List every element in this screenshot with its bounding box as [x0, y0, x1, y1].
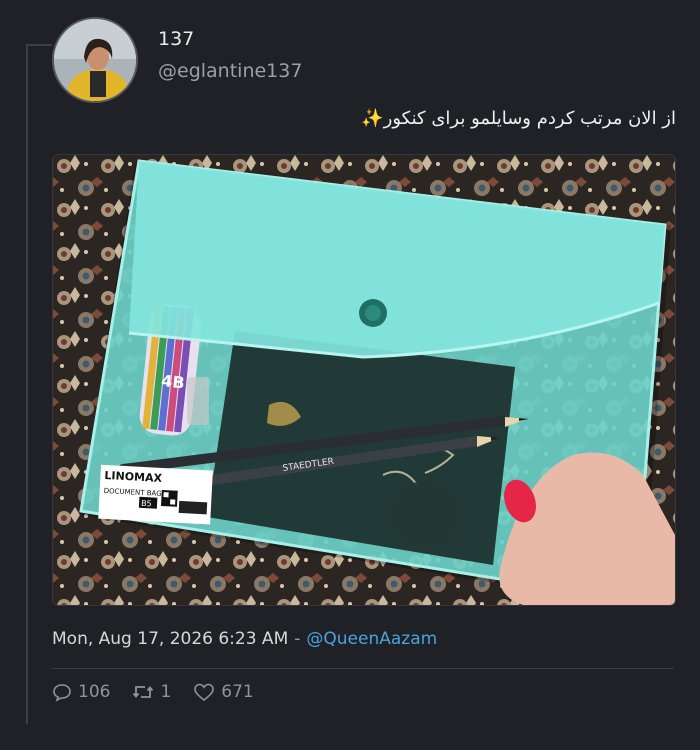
- tweet-meta: Mon, Aug 17, 2026 6:23 AM - @QueenAazam: [52, 629, 437, 649]
- meta-separator: -: [294, 629, 301, 649]
- photo-document-bag: 4B STAEDTLER LINOMAX DOCUMENT BAG B5: [53, 155, 675, 605]
- like-button[interactable]: 671: [193, 682, 254, 702]
- tweet-stats: 106 1 671: [52, 680, 276, 704]
- heart-icon: [194, 683, 215, 702]
- thread-line: [26, 44, 28, 724]
- thread-connector: [26, 44, 52, 46]
- reply-to-link[interactable]: @QueenAazam: [306, 629, 437, 649]
- tweet-text: از الان مرتب کردم وسایلمو برای کنکور✨: [361, 108, 676, 129]
- reply-button[interactable]: 106: [52, 682, 110, 702]
- retweet-button[interactable]: 1: [132, 682, 171, 702]
- retweet-icon: [133, 686, 154, 698]
- pencil-grade-label: 4B: [160, 371, 185, 392]
- tweet-image[interactable]: 4B STAEDTLER LINOMAX DOCUMENT BAG B5: [52, 154, 676, 606]
- avatar[interactable]: [52, 17, 138, 103]
- timestamp[interactable]: Mon, Aug 17, 2026 6:23 AM: [52, 629, 288, 649]
- divider: [52, 668, 674, 669]
- retweet-count: 1: [160, 682, 172, 702]
- display-name[interactable]: 137: [158, 28, 194, 50]
- avatar-photo: [54, 19, 136, 101]
- reply-count: 106: [78, 682, 111, 702]
- user-handle[interactable]: @eglantine137: [158, 60, 302, 82]
- like-count: 671: [221, 682, 254, 702]
- comment-bubble-icon: [53, 684, 71, 702]
- size-label: B5: [141, 499, 152, 509]
